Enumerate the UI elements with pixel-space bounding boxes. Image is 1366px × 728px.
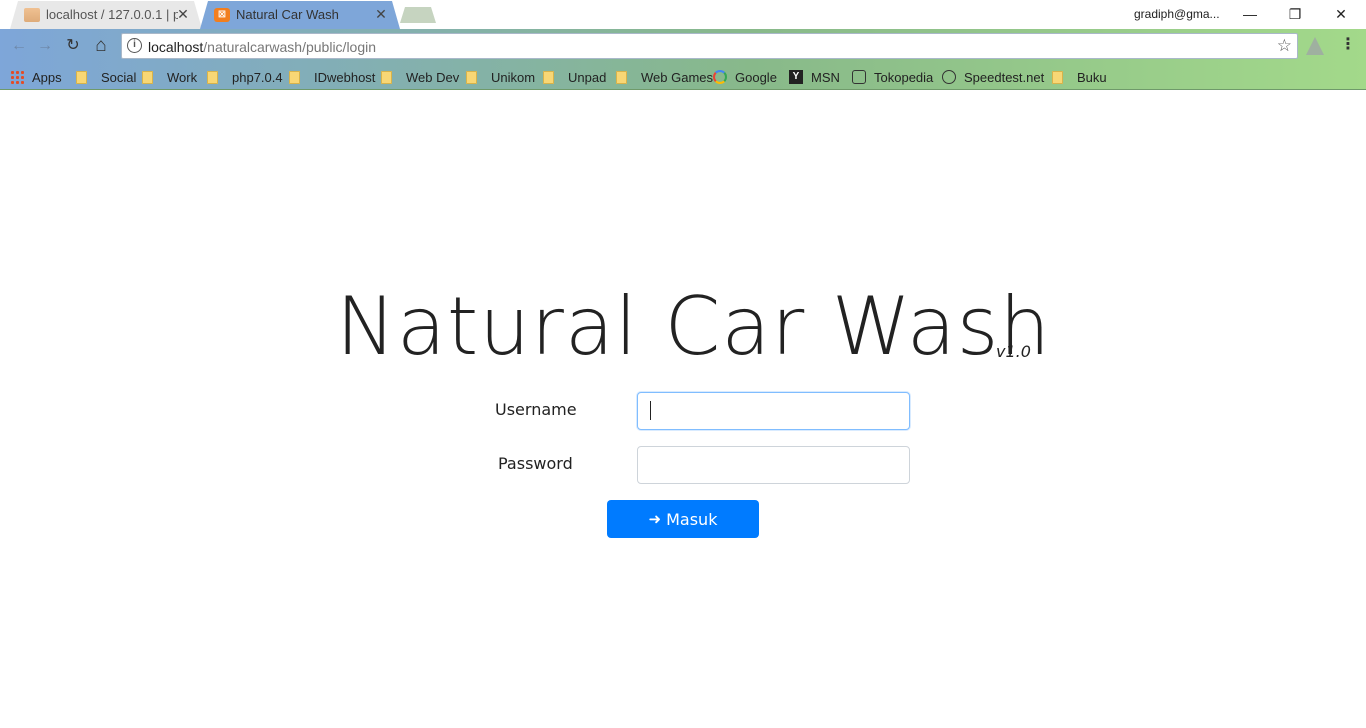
folder-icon — [466, 70, 477, 84]
google-icon — [713, 70, 727, 84]
password-label: Password — [498, 454, 573, 473]
drive-extension-icon[interactable] — [1306, 37, 1324, 55]
bookmark-unpad[interactable]: Unpad — [543, 68, 606, 86]
tab-natural-car-wash[interactable]: ⊠ Natural Car Wash ✕ — [200, 1, 400, 29]
folder-icon — [289, 70, 300, 84]
bookmark-label: Web Dev — [406, 69, 460, 85]
folder-icon — [381, 70, 392, 84]
xampp-icon: ⊠ — [214, 8, 230, 22]
msn-icon: Y — [789, 70, 803, 84]
folder-icon — [76, 70, 87, 84]
tab-title: Natural Car Wash — [236, 7, 339, 22]
close-window-icon[interactable]: ✕ — [1321, 3, 1361, 25]
home-icon[interactable]: ⌂ — [90, 36, 112, 56]
restore-icon[interactable]: ❐ — [1275, 3, 1315, 25]
bookmark-label: IDwebhost — [314, 69, 376, 85]
username-label: Username — [495, 400, 577, 419]
bookmark-social[interactable]: Social — [76, 68, 136, 86]
bookmark-apps[interactable]: Apps — [10, 68, 62, 86]
bookmark-label: Web Games — [641, 69, 714, 85]
address-bar[interactable]: i localhost/naturalcarwash/public/login … — [121, 33, 1298, 59]
phpmyadmin-icon — [24, 8, 40, 22]
close-tab-icon[interactable]: ✕ — [374, 6, 388, 23]
browser-menu-icon[interactable]: ⋮ — [1340, 35, 1356, 55]
bookmark-label: Tokopedia — [874, 69, 934, 85]
login-button[interactable]: ➜ Masuk — [607, 500, 759, 538]
username-field[interactable] — [637, 392, 910, 430]
reload-icon[interactable]: ↻ — [62, 36, 84, 56]
bookmark-work[interactable]: Work — [142, 68, 197, 86]
apps-grid-icon — [10, 70, 24, 84]
page-title: Natural Car Wash — [336, 280, 1052, 373]
site-info-icon[interactable]: i — [127, 38, 142, 53]
bookmarks-bar: Apps Social Work php7.0.4 IDwebhost Web … — [0, 63, 1366, 90]
bookmark-idwebhost[interactable]: IDwebhost — [289, 68, 375, 86]
speedtest-icon — [942, 70, 956, 84]
bookmark-label: Buku — [1077, 69, 1107, 85]
url-text[interactable]: localhost/naturalcarwash/public/login — [148, 39, 376, 55]
folder-icon — [142, 70, 153, 84]
bookmark-label: MSN — [811, 69, 840, 85]
tab-title: localhost / 127.0.0.1 | phpMyAdmin — [46, 7, 178, 22]
browser-titlebar: localhost / 127.0.0.1 | phpMyAdmin ✕ ⊠ N… — [0, 0, 1366, 29]
text-caret — [650, 401, 651, 420]
bookmark-google[interactable]: Google — [713, 68, 777, 86]
back-icon[interactable]: ← — [8, 36, 30, 56]
minimize-icon[interactable]: — — [1230, 3, 1270, 25]
folder-icon — [207, 70, 218, 84]
tab-phpmyadmin[interactable]: localhost / 127.0.0.1 | phpMyAdmin ✕ — [10, 1, 202, 29]
browser-toolbar: ← → ↻ ⌂ i localhost/naturalcarwash/publi… — [0, 29, 1366, 63]
bookmark-speedtest[interactable]: Speedtest.net — [942, 68, 1044, 86]
bookmark-php[interactable]: php7.0.4 — [207, 68, 283, 86]
bookmark-label: php7.0.4 — [232, 69, 283, 85]
bookmark-label: Social — [101, 69, 137, 85]
bookmark-label: Unpad — [568, 69, 607, 85]
bookmark-tokopedia[interactable]: Tokopedia — [852, 68, 933, 86]
new-tab-button[interactable] — [400, 7, 436, 23]
bookmark-buku[interactable]: Buku — [1052, 68, 1107, 86]
bookmark-msn[interactable]: Y MSN — [789, 68, 840, 86]
bookmark-label: Unikom — [491, 69, 536, 85]
bookmark-web-dev[interactable]: Web Dev — [381, 68, 459, 86]
bookmark-unikom[interactable]: Unikom — [466, 68, 535, 86]
bookmark-web-games[interactable]: Web Games — [616, 68, 713, 86]
folder-icon — [543, 70, 554, 84]
forward-icon[interactable]: → — [34, 36, 56, 56]
bookmark-label: Apps — [32, 69, 62, 85]
password-field[interactable] — [637, 446, 910, 484]
bookmark-label: Speedtest.net — [964, 69, 1045, 85]
bookmark-star-icon[interactable]: ☆ — [1277, 36, 1292, 56]
url-host: localhost — [148, 39, 204, 55]
url-path: /naturalcarwash/public/login — [203, 39, 377, 55]
folder-icon — [1052, 70, 1063, 84]
login-button-label: Masuk — [666, 509, 718, 529]
bookmark-label: Google — [735, 69, 777, 85]
close-tab-icon[interactable]: ✕ — [176, 6, 190, 23]
folder-icon — [616, 70, 627, 84]
sign-in-icon: ➜ — [648, 510, 662, 528]
profile-name[interactable]: gradiph@gma... — [1134, 7, 1220, 21]
version-label: v1.0 — [996, 342, 1031, 361]
tokopedia-icon — [852, 70, 866, 84]
bookmark-label: Work — [167, 69, 198, 85]
